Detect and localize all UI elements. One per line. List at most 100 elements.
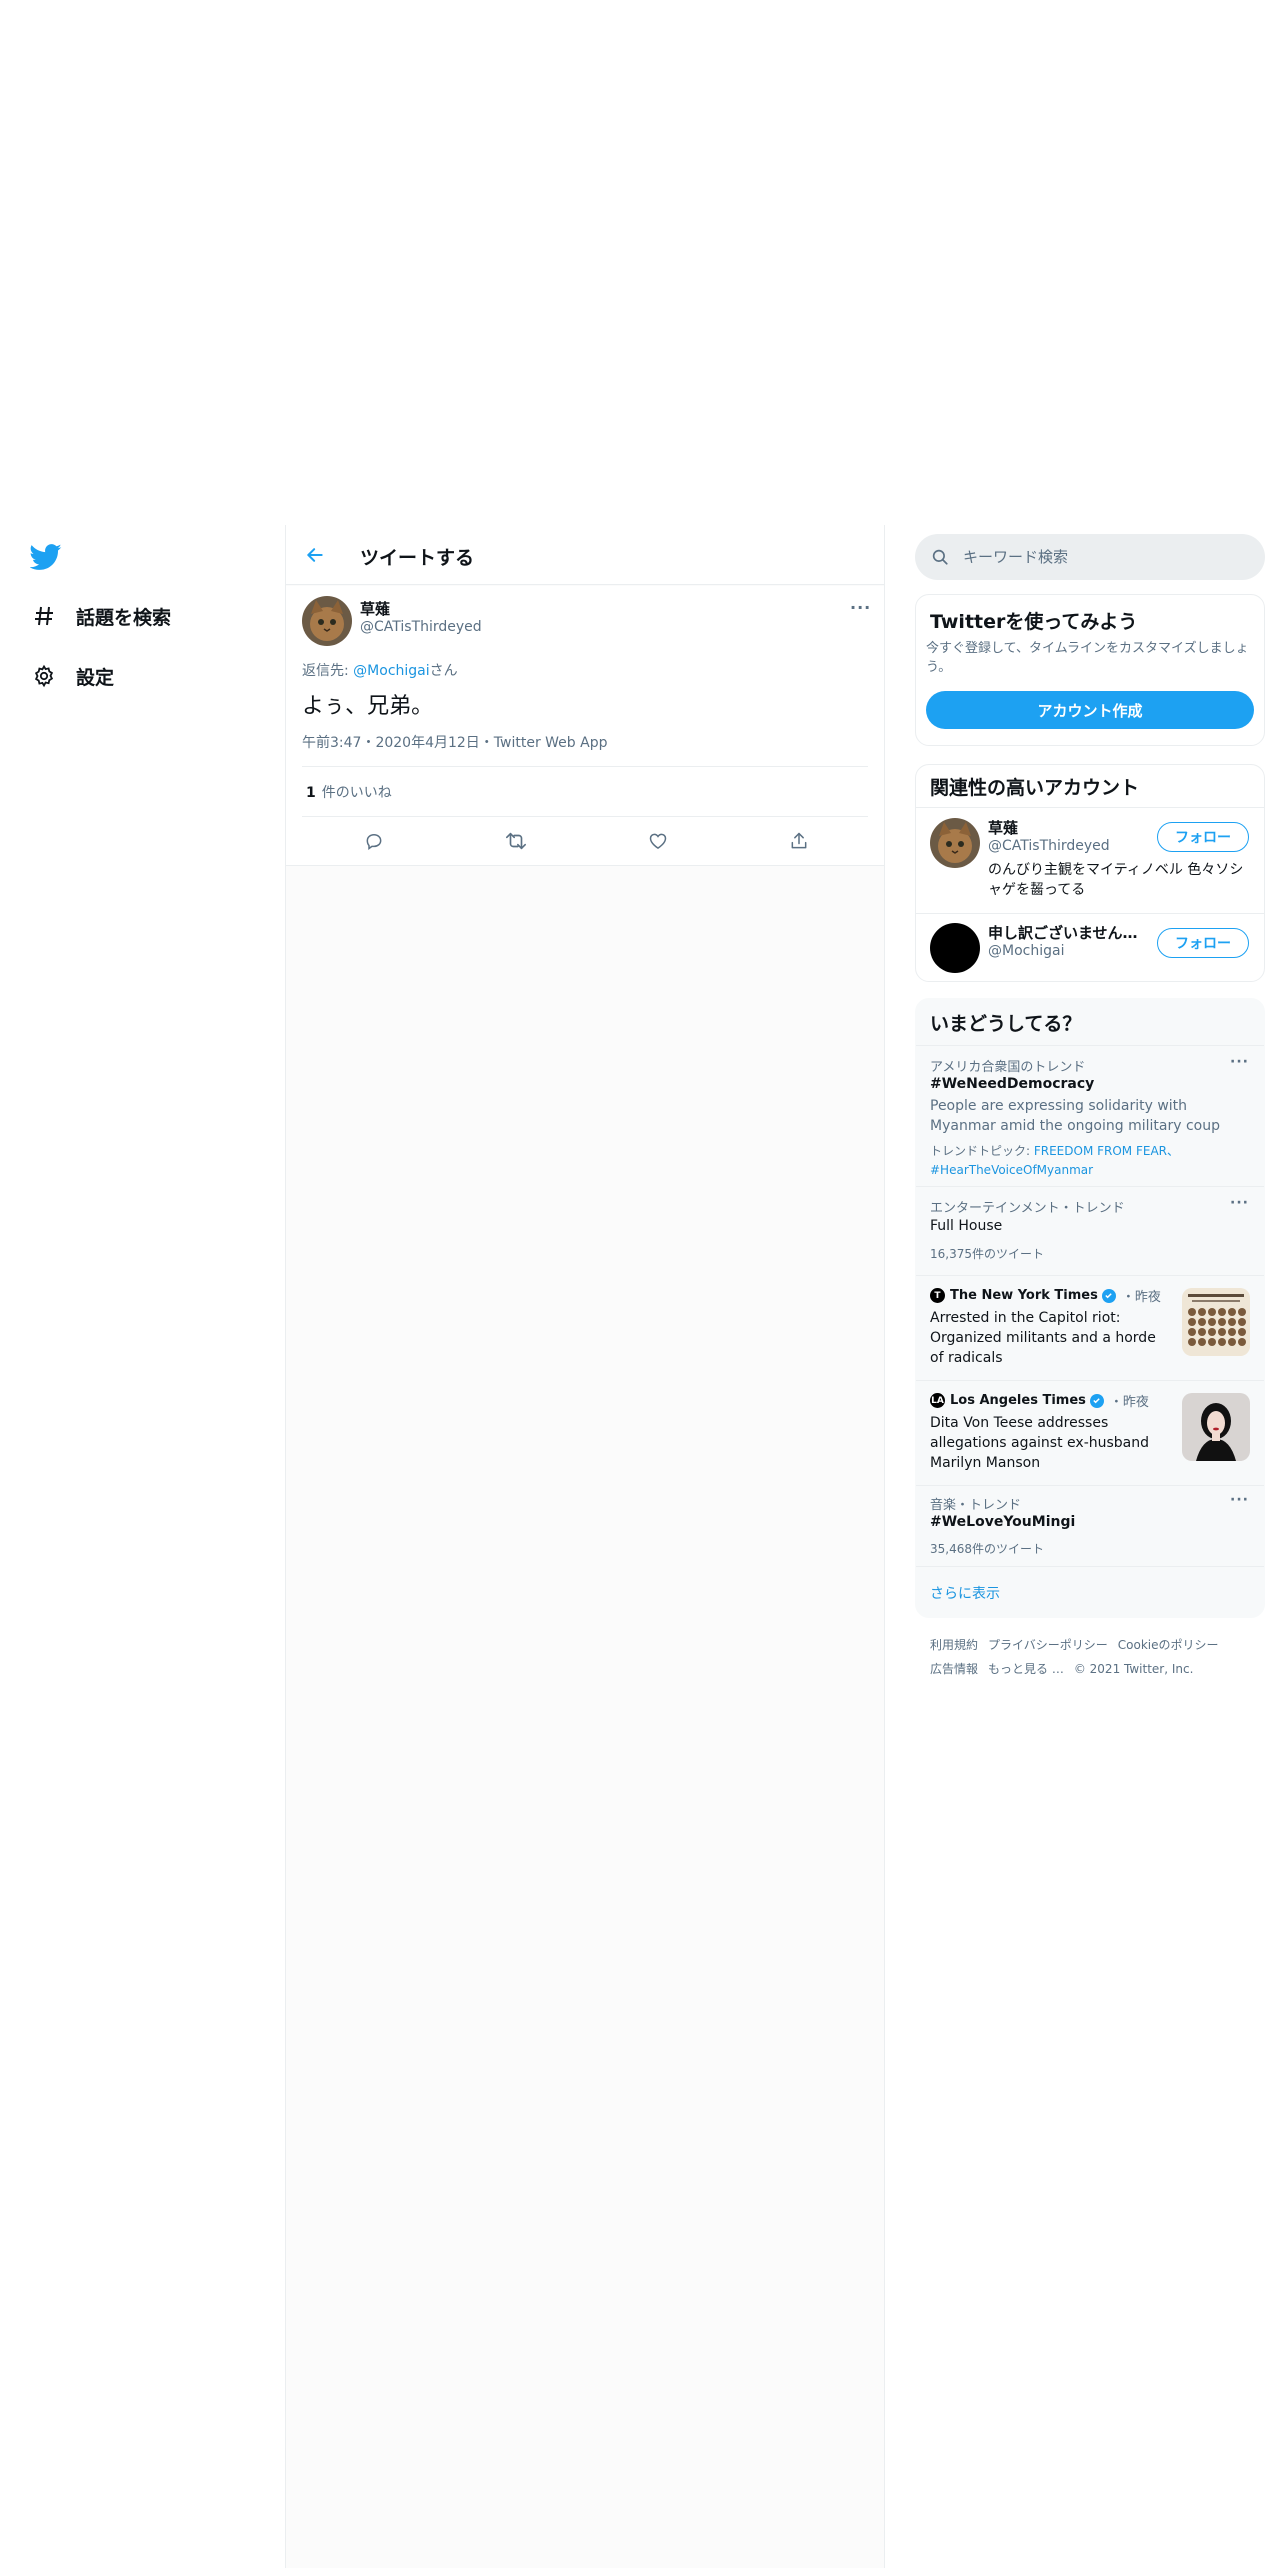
tweet-timestamp[interactable]: 午前3:47・2020年4月12日・Twitter Web App — [302, 732, 607, 752]
trends-card: いまどうしてる？ アメリカ合衆国のトレンド ··· #WeNeedDemocra… — [915, 998, 1265, 1618]
footer-link[interactable]: Cookieのポリシー — [1118, 1638, 1219, 1652]
more-options-icon[interactable]: ··· — [1230, 1054, 1249, 1070]
account-handle: @Mochigai — [988, 943, 1065, 959]
heart-icon — [649, 833, 667, 849]
signup-description: 今すぐ登録して、タイムラインをカスタマイズしましょう。 — [926, 641, 1249, 675]
show-more-link[interactable]: さらに表示 — [930, 1583, 1000, 1603]
signup-card: Twitterを使ってみよう 今すぐ登録して、タイムラインをカスタマイズしましょ… — [915, 594, 1265, 746]
retweet-button[interactable] — [501, 826, 531, 856]
news-title: Arrested in the Capitol riot: Organized … — [930, 1310, 1156, 1366]
trend-count: 16,375件のツイート — [930, 1247, 1044, 1261]
trends-title: いまどうしてる？ — [930, 1013, 1082, 1035]
nav-explore[interactable]: 話題を検索 — [30, 596, 171, 636]
avatar[interactable] — [930, 818, 980, 868]
news-source: LA Los Angeles Times ・昨夜 — [930, 1391, 1149, 1410]
share-button[interactable] — [784, 826, 814, 856]
news-source-name: The New York Times — [950, 1288, 1098, 1303]
footer-links: 利用規約 プライバシーポリシー Cookieのポリシー — [930, 1636, 1229, 1653]
nav-settings-label: 設定 — [76, 666, 115, 689]
page-title: ツイートする — [360, 547, 475, 569]
news-item[interactable]: T The New York Times ・昨夜 Arrested in the C… — [916, 1276, 1264, 1380]
more-options-icon[interactable]: ··· — [850, 598, 871, 617]
like-count-label: 件のいいね — [321, 785, 392, 801]
divider — [302, 816, 868, 817]
trend-count: 35,468件のツイート — [930, 1542, 1044, 1556]
reply-suffix: さん — [429, 663, 458, 679]
tweet-detail: 草薙 @CATisThirdeyed ··· 返信先: @Mochigaiさん … — [286, 586, 884, 866]
hashtag-icon — [30, 602, 58, 630]
more-options-icon[interactable]: ··· — [1230, 1195, 1249, 1211]
avatar[interactable] — [302, 596, 352, 646]
divider — [916, 1566, 1264, 1567]
news-thumbnail — [1182, 1393, 1250, 1461]
account-name: 草薙 — [988, 819, 1019, 837]
trend-topic-prefix: トレンドトピック: — [930, 1144, 1034, 1158]
trend-context: アメリカ合衆国のトレンド — [930, 1060, 1086, 1075]
more-options-icon[interactable]: ··· — [1230, 1492, 1249, 1508]
trend-item[interactable]: アメリカ合衆国のトレンド ··· #WeNeedDemocracy People… — [916, 1046, 1264, 1186]
trend-context: 音楽・トレンド — [930, 1498, 1022, 1513]
reply-prefix: 返信先: — [302, 663, 354, 679]
footer-link[interactable]: 利用規約 — [930, 1638, 978, 1652]
like-count[interactable]: 1 件のいいね — [306, 782, 392, 802]
signup-title: Twitterを使ってみよう — [930, 611, 1138, 633]
verified-badge-icon — [1089, 1393, 1104, 1408]
main-column: ツイートする 草薙 @CATisThirdeyed ··· 返信先: @Moch… — [285, 525, 885, 2568]
related-accounts-title: 関連性の高いアカウント — [930, 777, 1140, 799]
tweet-text: よぅ、兄弟。 — [302, 694, 434, 719]
trend-item[interactable]: 音楽・トレンド ··· #WeLoveYouMingi 35,468件のツイート — [916, 1486, 1264, 1566]
nyt-logo-icon: T — [930, 1288, 945, 1303]
reply-context: 返信先: @Mochigaiさん — [302, 660, 458, 680]
nav-explore-label: 話題を検索 — [76, 606, 172, 629]
search-box[interactable] — [915, 534, 1265, 580]
footer-link[interactable]: もっと見る … — [988, 1662, 1064, 1676]
news-time: ・昨夜 — [1121, 1290, 1161, 1305]
back-button[interactable] — [300, 540, 330, 570]
news-time: ・昨夜 — [1109, 1395, 1149, 1410]
trend-title: #WeLoveYouMingi — [930, 1514, 1076, 1530]
related-accounts-card: 関連性の高いアカウント 草薙 @CATisThirdeyed のんびり主観をマイ… — [915, 764, 1265, 982]
trend-description: People are expressing solidarity with My… — [930, 1098, 1220, 1134]
avatar[interactable] — [930, 923, 980, 973]
trend-title: #WeNeedDemocracy — [930, 1076, 1095, 1092]
author-handle[interactable]: @CATisThirdeyed — [360, 619, 482, 635]
copyright: © 2021 Twitter, Inc. — [1073, 1662, 1194, 1676]
news-source-name: Los Angeles Times — [950, 1393, 1086, 1408]
reply-button[interactable] — [359, 826, 389, 856]
author-name[interactable]: 草薙 — [360, 598, 390, 619]
retweet-icon — [506, 832, 526, 850]
trend-item[interactable]: エンターテインメント・トレンド ··· Full House 16,375件のツ… — [916, 1187, 1264, 1275]
follow-button[interactable]: フォロー — [1157, 822, 1249, 852]
column-header: ツイートする — [286, 525, 884, 585]
share-icon — [791, 832, 807, 849]
account-name: 申し訳ございません… — [988, 924, 1138, 942]
trend-topics: トレンドトピック: FREEDOM FROM FEAR、#HearTheVoic… — [930, 1142, 1180, 1180]
divider — [302, 766, 868, 767]
footer-link[interactable]: 広告情報 — [930, 1662, 978, 1676]
la-times-logo-icon: LA — [930, 1393, 945, 1408]
create-account-button[interactable]: アカウント作成 — [926, 691, 1254, 729]
arrow-left-icon — [307, 548, 323, 562]
news-item[interactable]: LA Los Angeles Times ・昨夜 Dita Von Teese ad… — [916, 1381, 1264, 1485]
account-row[interactable]: 草薙 @CATisThirdeyed のんびり主観をマイティノベル 色々ソシャゲ… — [916, 808, 1264, 913]
like-button[interactable] — [643, 826, 673, 856]
follow-button[interactable]: フォロー — [1157, 928, 1249, 958]
trend-title: Full House — [930, 1218, 1003, 1234]
like-count-number: 1 — [306, 785, 316, 801]
account-handle: @CATisThirdeyed — [988, 838, 1110, 854]
reply-icon — [366, 833, 382, 850]
account-bio: のんびり主観をマイティノベル 色々ソシャゲを齧ってる — [988, 862, 1244, 898]
nav-settings[interactable]: 設定 — [30, 656, 114, 696]
trend-context: エンターテインメント・トレンド — [930, 1201, 1125, 1216]
news-title: Dita Von Teese addresses allegations aga… — [930, 1415, 1150, 1471]
news-source: T The New York Times ・昨夜 — [930, 1286, 1161, 1305]
search-input[interactable] — [963, 548, 1243, 566]
account-row[interactable]: 申し訳ございません… @Mochigai フォロー — [916, 914, 1264, 981]
reply-to-link[interactable]: @Mochigai — [353, 663, 429, 679]
twitter-logo-icon[interactable] — [29, 541, 62, 573]
verified-badge-icon — [1101, 1288, 1116, 1303]
gear-icon — [30, 662, 58, 690]
footer-link[interactable]: プライバシーポリシー — [988, 1638, 1108, 1652]
news-thumbnail — [1182, 1288, 1250, 1356]
footer-links: 広告情報 もっと見る … © 2021 Twitter, Inc. — [930, 1660, 1203, 1677]
